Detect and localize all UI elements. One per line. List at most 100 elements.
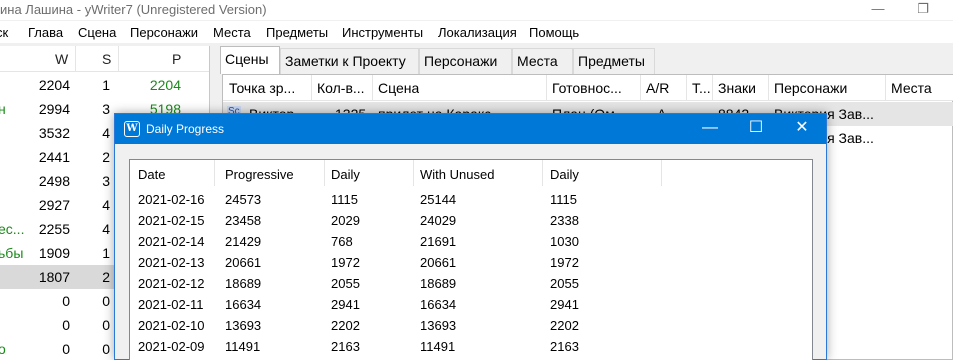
column-header-t[interactable]: Т... [692, 80, 711, 96]
daily-progress-dialog: W Daily Progress — ☐ ✕ Date Progressive … [114, 113, 827, 360]
chapter-title: ьбы [0, 245, 24, 261]
progress-row[interactable]: 2021-02-13 20661 1972 20661 1972 [130, 251, 812, 272]
restore-icon[interactable]: ❐ [900, 0, 946, 20]
progress-table-header: Date Progressive Daily With Unused Daily [130, 160, 812, 186]
menu-item-items[interactable]: Предметы [266, 25, 328, 40]
chapter-scenes: 1 [102, 77, 110, 93]
progress-row[interactable]: 2021-02-15 23458 2029 24029 2338 [130, 209, 812, 230]
chapter-words: 2441 [38, 149, 70, 165]
column-header-daily[interactable]: Daily [331, 167, 360, 182]
cell-daily-unused: 1030 [550, 234, 579, 249]
chapter-row[interactable]: 2204 1 2204 [0, 73, 209, 97]
menu-item-tools[interactable]: Инструменты [342, 25, 423, 40]
column-header-ar[interactable]: A/R [646, 80, 669, 96]
progress-row[interactable]: 2021-02-14 21429 768 21691 1030 [130, 230, 812, 251]
cell-with-unused: 20661 [420, 255, 457, 270]
column-header-with-unused[interactable]: With Unused [420, 167, 494, 182]
column-header-words[interactable]: W [55, 51, 68, 67]
chapter-words: 2204 [38, 77, 70, 93]
menu-item-places[interactable]: Места [213, 25, 251, 40]
main-titlebar: ина Лашина - yWriter7 (Unregistered Vers… [0, 0, 953, 20]
chapter-title: н [0, 101, 6, 117]
cell-progressive: 18689 [225, 276, 262, 291]
dialog-title: Daily Progress [146, 122, 225, 136]
cell-progressive: 20661 [225, 255, 262, 270]
column-header-date[interactable]: Date [138, 167, 165, 182]
tab-items[interactable]: Предметы [573, 48, 655, 74]
cell-progressive: 11491 [225, 339, 261, 354]
cell-date: 2021-02-10 [138, 318, 205, 333]
column-header-pov[interactable]: Точка зр... [229, 80, 295, 96]
cell-daily-unused: 1972 [550, 255, 579, 270]
chapter-words: 2994 [38, 101, 70, 117]
cell-date: 2021-02-11 [138, 297, 204, 312]
cell-date: 2021-02-16 [138, 192, 205, 207]
cell-with-unused: 16634 [420, 297, 457, 312]
progress-row[interactable]: 2021-02-12 18689 2055 18689 2055 [130, 272, 812, 293]
cell-daily-unused: 1115 [550, 192, 577, 207]
column-header-places[interactable]: Места [891, 80, 932, 96]
chapter-title: ес... [0, 221, 25, 237]
chapter-scenes: 3 [102, 101, 110, 117]
minimize-icon[interactable]: — [855, 0, 901, 20]
column-header-status[interactable]: Готовнос... [552, 80, 622, 96]
chapter-words: 2927 [38, 197, 70, 213]
menu-item-chapter[interactable]: Глава [28, 25, 63, 40]
menu-item-characters[interactable]: Персонажи [130, 25, 198, 40]
progress-table[interactable]: Date Progressive Daily With Unused Daily… [129, 159, 813, 360]
window-title: ина Лашина - yWriter7 (Unregistered Vers… [0, 2, 267, 17]
minimize-icon[interactable]: — [687, 114, 733, 144]
chapter-scenes: 3 [102, 173, 110, 189]
cell-with-unused: 11491 [420, 339, 456, 354]
column-header-daily-unused[interactable]: Daily [550, 167, 579, 182]
chapter-words: 0 [62, 317, 70, 333]
chapter-scenes: 0 [102, 341, 110, 357]
cell-with-unused: 24029 [420, 213, 457, 228]
column-header-scene[interactable]: Сцена [378, 80, 419, 96]
menu-bar: ск Глава Сцена Персонажи Места Предметы … [0, 21, 953, 44]
menu-item-scene[interactable]: Сцена [78, 25, 116, 40]
cell-progressive: 16634 [225, 297, 262, 312]
close-icon[interactable]: ✕ [779, 114, 825, 144]
menu-item-help[interactable]: Помощь [529, 25, 579, 40]
cell-progressive: 13693 [225, 318, 262, 333]
chapter-words: 2255 [38, 221, 70, 237]
chapter-words: 1909 [38, 245, 70, 261]
cell-daily: 2202 [331, 318, 360, 333]
cell-date: 2021-02-09 [138, 339, 205, 354]
tab-project-notes[interactable]: Заметки к Проекту [280, 48, 419, 74]
chapter-words: 1807 [38, 269, 70, 285]
cell-daily: 1972 [331, 255, 360, 270]
chapter-words: 0 [62, 293, 70, 309]
cell-daily: 2055 [331, 276, 360, 291]
column-header-scenes[interactable]: S [102, 51, 111, 67]
chapter-scenes: 0 [102, 317, 110, 333]
ywriter-app-icon: W [124, 121, 140, 137]
cell-daily-unused: 2338 [550, 213, 579, 228]
cell-date: 2021-02-12 [138, 276, 205, 291]
column-header-progressive[interactable]: Progressive [225, 167, 294, 182]
tab-scenes[interactable]: Сцены [220, 46, 280, 74]
scene-grid-header: Точка зр... Кол-в... Сцена Готовнос... A/R Т.… [223, 75, 953, 101]
tab-places[interactable]: Места [512, 48, 573, 74]
cell-daily: 768 [331, 234, 353, 249]
tab-characters[interactable]: Персонажи [419, 48, 512, 74]
maximize-icon[interactable]: ☐ [733, 114, 779, 144]
column-header-count[interactable]: Кол-в... [317, 80, 365, 96]
dialog-titlebar[interactable]: W Daily Progress — ☐ ✕ [115, 114, 826, 144]
menu-item-localization[interactable]: Локализация [438, 25, 517, 40]
progress-row[interactable]: 2021-02-16 24573 1115 25144 1115 [130, 188, 812, 209]
cell-with-unused: 18689 [420, 276, 457, 291]
menu-item-file[interactable]: ск [0, 25, 8, 40]
column-header-characters[interactable]: Персонажи [774, 80, 847, 96]
progress-row[interactable]: 2021-02-10 13693 2202 13693 2202 [130, 314, 812, 335]
column-header-chars[interactable]: Знаки [718, 80, 756, 96]
progress-row[interactable]: 2021-02-11 16634 2941 16634 2941 [130, 293, 812, 314]
cell-daily-unused: 2941 [550, 297, 579, 312]
cell-daily: 2941 [331, 297, 360, 312]
column-header-progress[interactable]: P [172, 51, 181, 67]
cell-progressive: 23458 [225, 213, 262, 228]
progress-row[interactable]: 2021-02-09 11491 2163 11491 2163 [130, 335, 812, 356]
cell-daily: 2163 [331, 339, 360, 354]
cell-date: 2021-02-13 [138, 255, 205, 270]
